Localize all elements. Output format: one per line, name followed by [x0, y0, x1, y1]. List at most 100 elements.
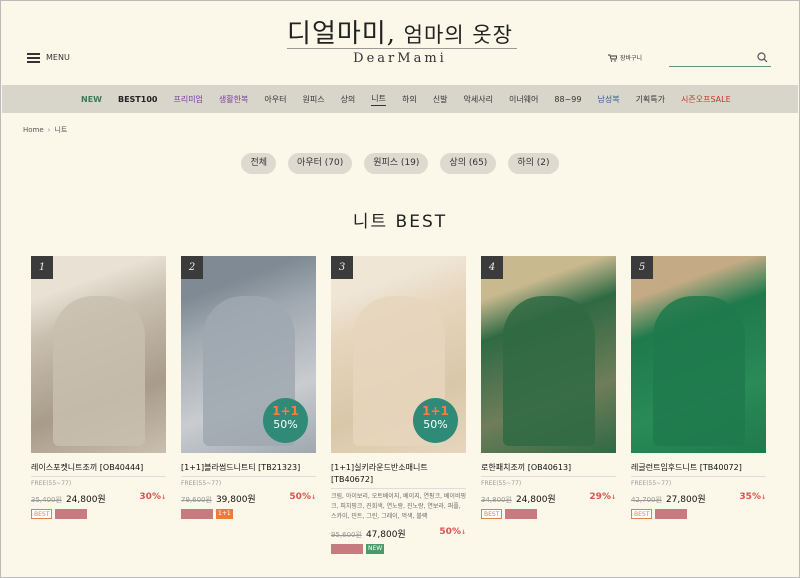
- tag-row: 1+1: [181, 509, 316, 519]
- filter-pill[interactable]: 상의 (65): [440, 153, 497, 174]
- price-row: 35,400원 24,800원 30%↓: [31, 492, 166, 505]
- nav-item[interactable]: 상의: [341, 94, 356, 105]
- product-card[interactable]: 1 레이스포켓니트조끼 [OB40444] FREE(55~77) 35,400원 24…: [31, 256, 166, 554]
- nav-item[interactable]: 시즌오프SALE: [681, 94, 731, 105]
- product-card[interactable]: 5 레글런트임후드니트 [TB40072] FREE(55~77) 42,700원 27…: [631, 256, 766, 554]
- discount-value: 29%: [589, 492, 611, 502]
- nav-item[interactable]: 기획특가: [636, 94, 665, 105]
- tag-best: BEST: [631, 509, 653, 519]
- product-name[interactable]: 레이스포켓니트조끼 [OB40444]: [31, 462, 166, 474]
- promo-badge-top: 1+1: [272, 404, 299, 418]
- filter-pill[interactable]: 원피스 (19): [364, 153, 429, 174]
- filter-pill[interactable]: 아우터 (70): [288, 153, 353, 174]
- rank-badge: 2: [181, 256, 203, 279]
- discount-value: 50%: [439, 527, 461, 537]
- filter-pill[interactable]: 전체: [241, 153, 277, 174]
- logo-divider: [287, 48, 517, 49]
- tag-row: BEST: [631, 509, 766, 519]
- nav-item[interactable]: 88~99: [554, 95, 581, 104]
- nav-item[interactable]: 원피스: [302, 94, 324, 105]
- product-name[interactable]: 로한패치조끼 [OB40613]: [481, 462, 616, 474]
- divider: [481, 476, 616, 477]
- product-name[interactable]: [1+1]블라썸드니트티 [TB21323]: [181, 462, 316, 474]
- original-price: 42,700원: [631, 496, 662, 504]
- product-image[interactable]: 5: [631, 256, 766, 453]
- sale-price: 24,800원: [65, 495, 106, 505]
- logo-main: 디얼마미,: [287, 19, 396, 49]
- main-nav: NEW BEST100 프리미엄 생활한복 아우터 원피스 상의 니트 하의 신발 악세사리 이너웨어…: [2, 85, 798, 113]
- product-image[interactable]: 2 1+1 50%: [181, 256, 316, 453]
- rank-badge: 1: [31, 256, 53, 279]
- breadcrumb-home[interactable]: Home: [23, 126, 44, 134]
- nav-item[interactable]: 이너웨어: [509, 94, 538, 105]
- original-price: 35,400원: [31, 496, 62, 504]
- arrow-down-icon: ↓: [160, 494, 166, 501]
- product-image[interactable]: 3 1+1 50%: [331, 256, 466, 453]
- rank-badge: 5: [631, 256, 653, 279]
- tag-pink: [55, 509, 88, 519]
- promo-badge-top: 1+1: [422, 404, 449, 418]
- nav-item[interactable]: NEW: [81, 95, 102, 104]
- discount-rate: 29%↓: [589, 492, 616, 502]
- original-price: 34,800원: [481, 496, 512, 504]
- original-price: 95,600원: [331, 531, 362, 539]
- garment-shape: [53, 296, 145, 446]
- product-card[interactable]: 4 로한패치조끼 [OB40613] FREE(55~77) 34,800원 24,80…: [481, 256, 616, 554]
- promo-badge: 1+1 50%: [413, 398, 458, 443]
- discount-rate: 50%↓: [289, 492, 316, 502]
- product-image[interactable]: 4: [481, 256, 616, 453]
- tag-best: BEST: [481, 509, 503, 519]
- filter-pill[interactable]: 하의 (2): [508, 153, 559, 174]
- product-image[interactable]: 1: [31, 256, 166, 453]
- breadcrumb-current[interactable]: 니트: [54, 125, 67, 135]
- price-row: 42,700원 27,800원 35%↓: [631, 492, 766, 505]
- tag-one-plus-one: 1+1: [216, 509, 233, 519]
- product-size: FREE(55~77): [181, 480, 222, 487]
- search-input[interactable]: [669, 54, 754, 70]
- nav-item[interactable]: 남성복: [597, 94, 619, 105]
- logo-sub: 엄마의 옷장: [396, 23, 513, 47]
- logo[interactable]: 디얼마미, 엄마의 옷장: [1, 13, 799, 50]
- garment-shape: [503, 296, 595, 446]
- chevron-right-icon: ›: [47, 126, 51, 134]
- product-name[interactable]: 레글런트임후드니트 [TB40072]: [631, 462, 766, 474]
- product-size: FREE(55~77): [481, 480, 522, 487]
- promo-badge-pct: 50%: [273, 418, 298, 431]
- product-name[interactable]: [1+1]실키라운드반소매니트 [TB40672]: [331, 462, 466, 486]
- garment-shape: [653, 296, 745, 446]
- promo-badge: 1+1 50%: [263, 398, 308, 443]
- category-filters: 전체 아우터 (70) 원피스 (19) 상의 (65) 하의 (2): [1, 153, 799, 174]
- discount-value: 30%: [139, 492, 161, 502]
- tag-row: NEW: [331, 544, 466, 554]
- arrow-down-icon: ↓: [310, 494, 316, 501]
- breadcrumb: Home › 니트: [23, 125, 67, 135]
- tag-pink: [505, 509, 538, 519]
- discount-rate: 35%↓: [739, 492, 766, 502]
- cart-button[interactable]: 장바구니: [608, 53, 642, 62]
- sale-price: 27,800원: [665, 495, 706, 505]
- discount-rate: 50%↓: [439, 527, 466, 537]
- nav-item[interactable]: 니트: [371, 93, 387, 106]
- original-price: 79,600원: [181, 496, 212, 504]
- divider: [31, 476, 166, 477]
- divider: [631, 476, 766, 477]
- tag-row: BEST: [31, 509, 166, 519]
- product-card[interactable]: 3 1+1 50% [1+1]실키라운드반소매니트 [TB40672] 크림, 아이보리…: [331, 256, 466, 554]
- nav-item[interactable]: 생활한복: [219, 94, 248, 105]
- promo-badge-pct: 50%: [423, 418, 448, 431]
- nav-item[interactable]: 아우터: [264, 94, 286, 105]
- product-card[interactable]: 2 1+1 50% [1+1]블라썸드니트티 [TB21323] FREE(55~77)…: [181, 256, 316, 554]
- price-row: 95,600원 47,800원 50%↓: [331, 527, 466, 540]
- search-icon[interactable]: [757, 52, 768, 63]
- product-colors: 크림, 아이보리, 오트베이지, 베이지, 연핑크, 베이비핑크, 피치핑크, …: [331, 493, 466, 520]
- nav-item[interactable]: 신발: [433, 94, 448, 105]
- arrow-down-icon: ↓: [760, 494, 766, 501]
- sale-price: 39,800원: [215, 495, 256, 505]
- nav-item[interactable]: 프리미엄: [173, 94, 202, 105]
- tag-row: BEST: [481, 509, 616, 519]
- nav-item[interactable]: 악세사리: [464, 94, 493, 105]
- nav-item[interactable]: 하의: [402, 94, 417, 105]
- arrow-down-icon: ↓: [460, 529, 466, 536]
- nav-item[interactable]: BEST100: [118, 95, 157, 104]
- tag-new: NEW: [366, 544, 385, 554]
